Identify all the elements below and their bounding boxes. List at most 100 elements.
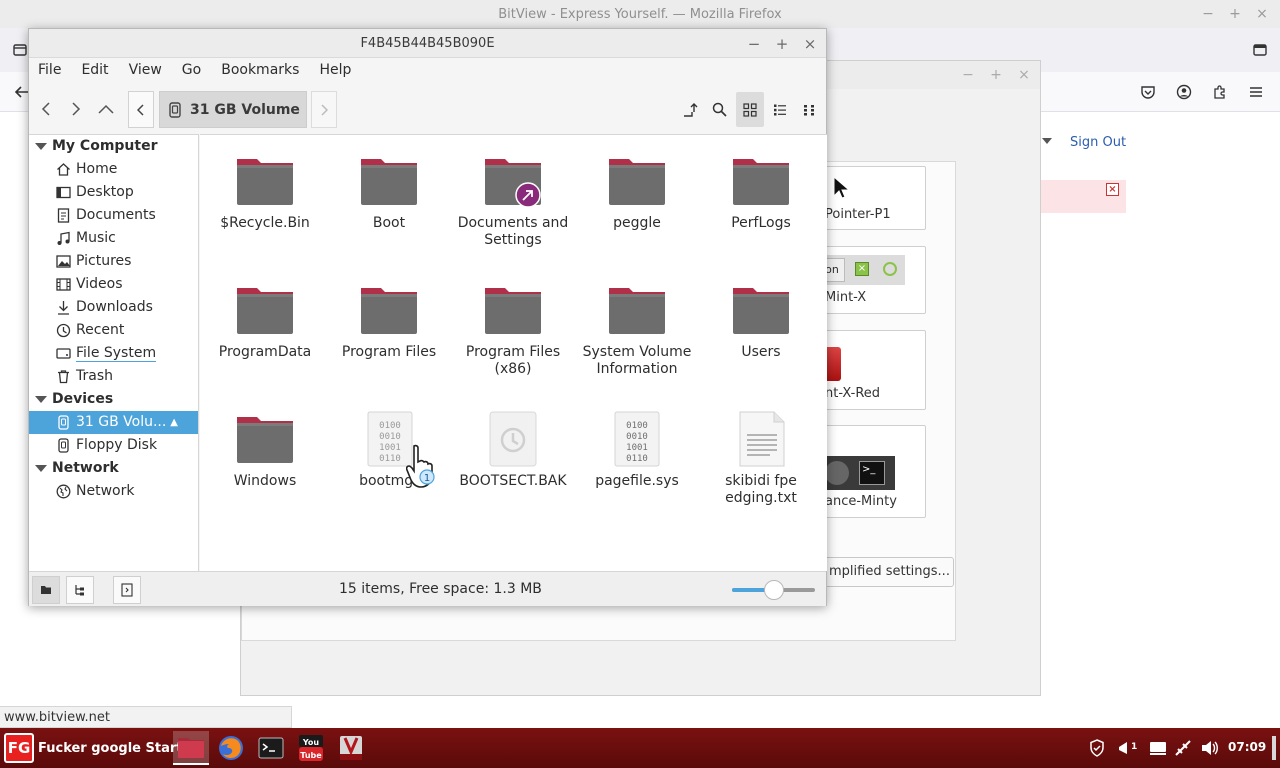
- eject-icon[interactable]: ▲: [170, 411, 178, 434]
- sidebar-item-music[interactable]: Music: [29, 227, 198, 250]
- account-dropdown-icon[interactable]: [1042, 138, 1052, 144]
- hide-sidebar-button[interactable]: [113, 576, 141, 604]
- extensions-icon[interactable]: [1208, 80, 1232, 104]
- sidebar-item-documents[interactable]: Documents: [29, 204, 198, 227]
- expand-arrow-icon[interactable]: [35, 396, 47, 403]
- svg-text:0100: 0100: [626, 421, 648, 431]
- firefox-close-button[interactable]: ×: [1250, 0, 1274, 28]
- pictures-icon: [56, 254, 71, 269]
- up-button[interactable]: [92, 90, 120, 128]
- close-button[interactable]: ×: [799, 33, 821, 55]
- network-icon: [56, 484, 71, 499]
- simplified-settings-button[interactable]: mplified settings...: [818, 557, 954, 587]
- path-bar-forward-button[interactable]: [311, 91, 337, 128]
- list-view-icon[interactable]: [766, 92, 794, 127]
- sidebar-section-my-computer[interactable]: My Computer: [29, 135, 198, 157]
- file-item[interactable]: System Volume Information: [575, 282, 699, 378]
- file-item[interactable]: Program Files (x86): [451, 282, 575, 378]
- show-places-button[interactable]: [32, 576, 60, 604]
- compact-view-icon[interactable]: [796, 92, 824, 127]
- maximize-button[interactable]: +: [771, 33, 793, 55]
- network-tray-icon[interactable]: [1173, 738, 1193, 758]
- themes-minimize-button[interactable]: −: [956, 61, 980, 89]
- back-button[interactable]: [32, 90, 60, 128]
- sidebar-item-label: Music: [76, 230, 116, 246]
- notice-close-icon[interactable]: ×: [1106, 183, 1119, 196]
- file-item[interactable]: peggle: [575, 153, 699, 232]
- account-icon[interactable]: [1172, 80, 1196, 104]
- taskbar-terminal[interactable]: [253, 731, 289, 765]
- menu-bookmarks[interactable]: Bookmarks: [221, 62, 299, 78]
- firefox-view-icon[interactable]: [1248, 38, 1272, 62]
- folder-link-icon: [484, 153, 542, 211]
- themes-close-button[interactable]: ×: [1012, 61, 1036, 89]
- sidebar-item-desktop[interactable]: Desktop: [29, 181, 198, 204]
- sidebar-item-network[interactable]: Network: [29, 480, 198, 503]
- firefox-maximize-button[interactable]: +: [1223, 0, 1247, 28]
- start-logo-icon: FG: [4, 733, 34, 763]
- sign-out-link[interactable]: Sign Out: [1070, 135, 1126, 150]
- file-item[interactable]: BOOTSECT.BAK: [451, 411, 575, 490]
- start-button[interactable]: FG Fucker google Start: [4, 732, 183, 764]
- search-icon[interactable]: [705, 92, 733, 127]
- sidebar-item-videos[interactable]: Videos: [29, 273, 198, 296]
- sidebar-item-recent[interactable]: Recent: [29, 319, 198, 342]
- file-item[interactable]: Windows: [203, 411, 327, 490]
- menu-help[interactable]: Help: [319, 62, 351, 78]
- taskbar-firefox[interactable]: [213, 731, 249, 765]
- notifications-icon[interactable]: 1: [1117, 738, 1137, 758]
- zoom-slider-handle[interactable]: [763, 580, 784, 600]
- folder-icon: [608, 282, 666, 340]
- show-desktop-button[interactable]: [1272, 736, 1276, 760]
- desktop-icon: [56, 185, 71, 200]
- sidebar-item-file-system[interactable]: File System: [29, 342, 198, 365]
- expand-arrow-icon[interactable]: [35, 143, 47, 150]
- show-tree-button[interactable]: [66, 576, 94, 604]
- sidebar-item-downloads[interactable]: Downloads: [29, 296, 198, 319]
- taskbar-file-manager[interactable]: [173, 731, 209, 765]
- file-item[interactable]: Documents and Settings: [451, 153, 575, 249]
- toggle-location-icon[interactable]: [676, 92, 704, 127]
- shield-icon[interactable]: [1087, 738, 1107, 758]
- file-item[interactable]: PerfLogs: [699, 153, 823, 232]
- sidebar-section-devices[interactable]: Devices: [29, 388, 198, 410]
- path-bar-back-button[interactable]: [128, 91, 154, 128]
- display-icon[interactable]: [1148, 738, 1168, 758]
- menu-view[interactable]: View: [129, 62, 162, 78]
- firefox-minimize-button[interactable]: −: [1196, 0, 1220, 28]
- zoom-slider[interactable]: [732, 580, 815, 600]
- file-manager-window: F4B45B44B45B090E − + × File Edit View Go…: [28, 28, 827, 606]
- sidebar-item-trash[interactable]: Trash: [29, 365, 198, 388]
- app-icon: [340, 736, 362, 760]
- menu-go[interactable]: Go: [182, 62, 201, 78]
- file-item[interactable]: Boot: [327, 153, 451, 232]
- minimize-button[interactable]: −: [743, 33, 765, 55]
- menu-file[interactable]: File: [38, 62, 61, 78]
- expand-arrow-icon[interactable]: [35, 465, 47, 472]
- pocket-icon[interactable]: [1136, 80, 1160, 104]
- file-item[interactable]: 0100 0010 1001 0110 pagefile.sys: [575, 411, 699, 490]
- path-crumb-current[interactable]: 31 GB Volume: [159, 91, 307, 128]
- file-item[interactable]: skibidi fpe edging.txt: [699, 411, 823, 507]
- icon-view-icon[interactable]: [736, 92, 764, 127]
- sidebar-item-home[interactable]: Home: [29, 158, 198, 181]
- forward-button[interactable]: [62, 90, 90, 128]
- volume-icon[interactable]: [1200, 738, 1220, 758]
- file-item[interactable]: Users: [699, 282, 823, 361]
- sidebar-item-label: Pictures: [76, 253, 132, 269]
- file-item[interactable]: $Recycle.Bin: [203, 153, 327, 232]
- menu-edit[interactable]: Edit: [81, 62, 108, 78]
- file-item[interactable]: ProgramData: [203, 282, 327, 361]
- file-item[interactable]: Program Files: [327, 282, 451, 361]
- sidebar-section-network[interactable]: Network: [29, 457, 198, 479]
- taskbar-app[interactable]: [333, 731, 369, 765]
- clock[interactable]: 07:09: [1228, 740, 1266, 754]
- themes-maximize-button[interactable]: +: [984, 61, 1008, 89]
- hand-cursor-icon: 1: [406, 444, 444, 490]
- sidebar-item-pictures[interactable]: Pictures: [29, 250, 198, 273]
- preview-checkbox-icon: ×: [855, 262, 869, 276]
- sidebar-item-floppy-disk[interactable]: Floppy Disk: [29, 434, 198, 457]
- sidebar-item-31gb-volume[interactable]: 31 GB Volu... ▲: [29, 411, 198, 434]
- taskbar-youtube[interactable]: You Tube: [293, 731, 329, 765]
- menu-icon[interactable]: [1244, 80, 1268, 104]
